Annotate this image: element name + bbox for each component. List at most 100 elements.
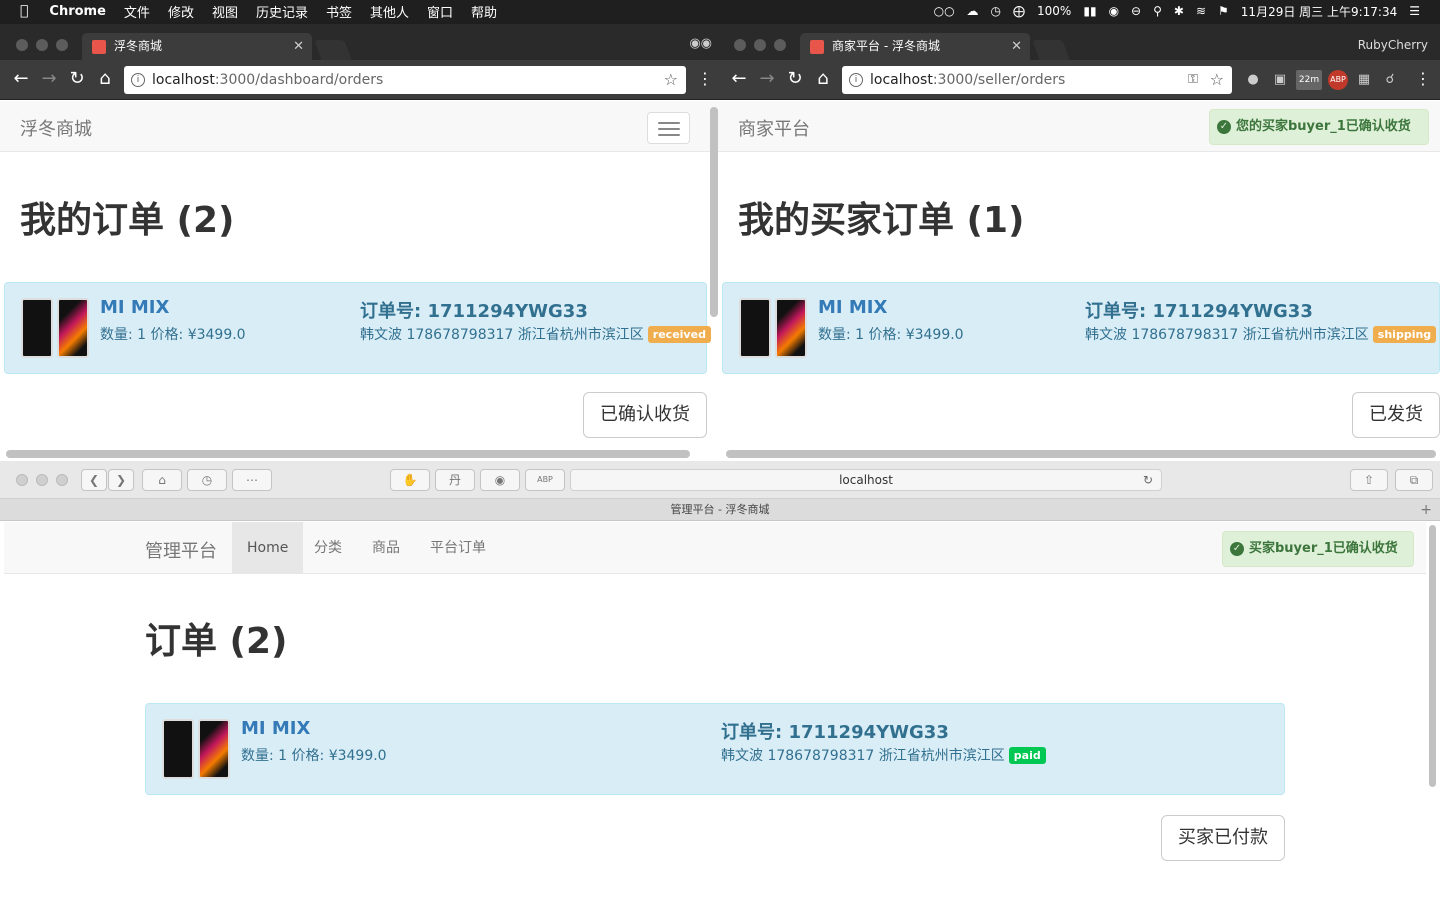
navbar-toggle-button[interactable] bbox=[647, 112, 690, 144]
confirm-received-button[interactable]: 已确认收货 bbox=[583, 392, 707, 438]
menu-app-name[interactable]: Chrome bbox=[40, 4, 115, 19]
tab-seller-orders[interactable]: 商家平台 - 浮冬商城 ✕ bbox=[800, 33, 1030, 60]
nav-platform-orders[interactable]: 平台订单 bbox=[415, 522, 501, 574]
extension-camera-icon[interactable]: ▣ bbox=[1270, 70, 1290, 90]
new-tab-button[interactable] bbox=[1032, 40, 1070, 60]
extension-evernote-icon[interactable]: ☌ bbox=[1380, 70, 1400, 90]
tab-buyer-orders[interactable]: 浮冬商城 ✕ bbox=[82, 33, 312, 60]
menu-bookmarks[interactable]: 书签 bbox=[317, 2, 361, 21]
minimize-window-button[interactable] bbox=[754, 39, 766, 51]
wechat-icon[interactable]: ◉ bbox=[1103, 4, 1125, 18]
toolbar: ← → ↻ ⌂ i localhost:3000/seller/orders ⚿… bbox=[722, 60, 1440, 100]
menu-people[interactable]: 其他人 bbox=[361, 2, 418, 21]
navbar-brand[interactable]: 浮冬商城 bbox=[20, 115, 92, 141]
navbar-brand[interactable]: 管理平台 bbox=[145, 537, 217, 563]
extension-mouse-icon[interactable]: ● bbox=[1244, 70, 1262, 90]
back-icon[interactable]: ← bbox=[728, 68, 750, 90]
close-window-button[interactable] bbox=[16, 39, 28, 51]
zoom-window-button[interactable] bbox=[774, 39, 786, 51]
navbar-brand[interactable]: 商家平台 bbox=[738, 115, 810, 141]
tabs-overview-icon[interactable]: ⧉ bbox=[1395, 469, 1433, 491]
home-icon[interactable]: ⌂ bbox=[812, 68, 834, 90]
search-icon[interactable]: ⚲ bbox=[1147, 4, 1168, 18]
address-bar[interactable]: i localhost:3000/dashboard/orders ☆ bbox=[124, 66, 686, 94]
battery-icon[interactable]: ▮▮ bbox=[1077, 4, 1102, 18]
forward-icon[interactable]: ❯ bbox=[108, 469, 134, 491]
close-window-button[interactable] bbox=[734, 39, 746, 51]
horizontal-scrollbar[interactable] bbox=[6, 450, 690, 458]
minimize-window-button[interactable] bbox=[36, 39, 48, 51]
info-icon[interactable]: i bbox=[131, 73, 145, 87]
extension-translate-icon[interactable]: 丹 bbox=[435, 469, 475, 491]
chrome-menu-icon[interactable]: ⋮ bbox=[1412, 68, 1434, 90]
bookmark-star-icon[interactable]: ☆ bbox=[1210, 66, 1224, 94]
address-bar[interactable]: localhost ↻ bbox=[570, 469, 1162, 491]
bluetooth-icon[interactable]: ✱ bbox=[1168, 4, 1190, 18]
extension-grid-icon[interactable]: ▦ bbox=[1354, 70, 1374, 90]
nav-categories[interactable]: 分类 bbox=[299, 522, 357, 574]
vertical-scrollbar[interactable] bbox=[1429, 525, 1436, 787]
horizontal-scrollbar[interactable] bbox=[726, 450, 1436, 458]
product-name-link[interactable]: MI MIX bbox=[100, 297, 169, 318]
menu-help[interactable]: 帮助 bbox=[462, 2, 506, 21]
reload-icon[interactable]: ↻ bbox=[784, 68, 806, 90]
input-flag-icon[interactable]: ⚑ bbox=[1212, 4, 1235, 18]
extension-timer-badge[interactable]: 22m bbox=[1296, 70, 1322, 90]
extension-shield-icon[interactable]: ◉ bbox=[480, 469, 520, 491]
back-icon[interactable]: ← bbox=[10, 68, 32, 90]
compass-icon[interactable]: ⨁ bbox=[1007, 4, 1031, 18]
top-sites-icon[interactable]: ⋯ bbox=[232, 469, 272, 491]
share-icon[interactable]: ⇧ bbox=[1350, 469, 1388, 491]
battery-percent[interactable]: 100% bbox=[1031, 4, 1077, 18]
nav-products[interactable]: 商品 bbox=[357, 522, 415, 574]
menu-view[interactable]: 视图 bbox=[203, 2, 247, 21]
menu-window[interactable]: 窗口 bbox=[418, 2, 462, 21]
home-icon[interactable]: ⌂ bbox=[142, 469, 182, 491]
close-tab-icon[interactable]: ✕ bbox=[1011, 33, 1022, 60]
forward-icon[interactable]: → bbox=[38, 68, 60, 90]
info-icon[interactable]: i bbox=[849, 73, 863, 87]
forward-icon[interactable]: → bbox=[756, 68, 778, 90]
glasses-icon[interactable]: ○○ bbox=[928, 4, 961, 18]
zoom-window-button[interactable] bbox=[56, 474, 68, 486]
new-tab-button[interactable] bbox=[314, 40, 352, 60]
profile-name[interactable]: RubyCherry bbox=[1358, 38, 1428, 52]
reload-icon[interactable]: ↻ bbox=[66, 68, 88, 90]
minimize-window-button[interactable] bbox=[36, 474, 48, 486]
extension-hand-icon[interactable]: ✋ bbox=[390, 469, 430, 491]
vertical-scrollbar[interactable] bbox=[710, 107, 718, 317]
bookmark-star-icon[interactable]: ☆ bbox=[664, 66, 678, 94]
cloud-icon[interactable]: ☁ bbox=[961, 4, 985, 18]
clock-icon[interactable]: ◷ bbox=[985, 4, 1007, 18]
back-icon[interactable]: ❮ bbox=[81, 469, 107, 491]
dnd-icon[interactable]: ⊖ bbox=[1125, 4, 1147, 18]
shipped-button[interactable]: 已发货 bbox=[1352, 392, 1440, 438]
apple-menu-icon[interactable]:  bbox=[0, 3, 40, 19]
incognito-icon: ◉◉ bbox=[689, 36, 712, 51]
wifi-icon[interactable]: ≋ bbox=[1190, 4, 1212, 18]
adblock-icon[interactable]: ABP bbox=[1328, 70, 1348, 90]
chrome-menu-icon[interactable]: ⋮ bbox=[694, 68, 716, 90]
nav-home[interactable]: Home bbox=[232, 522, 304, 574]
close-tab-icon[interactable]: ✕ bbox=[293, 33, 304, 60]
adblock-icon[interactable]: ABP bbox=[525, 469, 565, 491]
product-name-link[interactable]: MI MIX bbox=[241, 718, 310, 739]
tab-title[interactable]: 管理平台 - 浮冬商城 bbox=[671, 503, 770, 516]
notification-list-icon[interactable]: ☰ bbox=[1403, 4, 1440, 18]
history-icon[interactable]: ◷ bbox=[187, 469, 227, 491]
new-tab-icon[interactable]: + bbox=[1420, 499, 1432, 521]
menubar-datetime[interactable]: 11月29日 周三 上午9:17:34 bbox=[1235, 3, 1403, 20]
menu-edit[interactable]: 修改 bbox=[159, 2, 203, 21]
buyer-paid-button[interactable]: 买家已付款 bbox=[1161, 815, 1285, 861]
reload-icon[interactable]: ↻ bbox=[1143, 470, 1153, 490]
close-window-button[interactable] bbox=[16, 474, 28, 486]
key-icon[interactable]: ⚿ bbox=[1188, 66, 1198, 94]
page-content: 管理平台 Home 分类 商品 平台订单 ✓ 买家buyer_1已确认收货 订单… bbox=[4, 522, 1426, 900]
home-icon[interactable]: ⌂ bbox=[94, 68, 116, 90]
order-card: MI MIX 数量: 1 价格: ¥3499.0 订单号: 1711294YWG… bbox=[722, 282, 1440, 374]
zoom-window-button[interactable] bbox=[56, 39, 68, 51]
product-name-link[interactable]: MI MIX bbox=[818, 297, 887, 318]
menu-history[interactable]: 历史记录 bbox=[247, 2, 317, 21]
address-bar[interactable]: i localhost:3000/seller/orders ⚿ ☆ bbox=[842, 66, 1232, 94]
menu-file[interactable]: 文件 bbox=[115, 2, 159, 21]
